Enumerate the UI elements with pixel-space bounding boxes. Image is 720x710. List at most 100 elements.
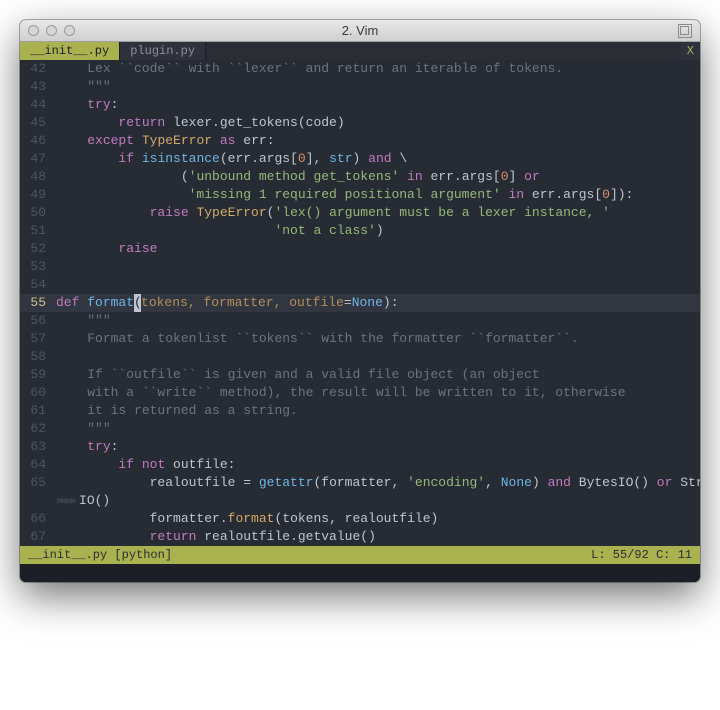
code-content: 'not a class') [52, 222, 700, 240]
line-number: 51 [20, 222, 52, 240]
code-line[interactable]: 49 'missing 1 required positional argume… [20, 186, 700, 204]
code-content: Lex ``code`` with ``lexer`` and return a… [52, 60, 700, 78]
code-line[interactable]: 64 if not outfile: [20, 456, 700, 474]
code-line[interactable]: »»»» IO() [20, 492, 700, 510]
code-content: if isinstance(err.args[0], str) and \ [52, 150, 700, 168]
line-number: 48 [20, 168, 52, 186]
code-content: except TypeError as err: [52, 132, 700, 150]
line-number: 53 [20, 258, 52, 276]
statusbar: __init__.py [python] L: 55/92 C: 11 [20, 546, 700, 564]
code-line[interactable]: 59 If ``outfile`` is given and a valid f… [20, 366, 700, 384]
code-line[interactable]: 47 if isinstance(err.args[0], str) and \ [20, 150, 700, 168]
line-number: 45 [20, 114, 52, 132]
status-position: L: 55/92 C: 11 [591, 548, 692, 562]
line-number: 44 [20, 96, 52, 114]
line-number: 52 [20, 240, 52, 258]
command-line[interactable] [20, 564, 700, 582]
code-line[interactable]: 43 """ [20, 78, 700, 96]
code-line[interactable]: 52 raise [20, 240, 700, 258]
line-number: 58 [20, 348, 52, 366]
minimize-light[interactable] [46, 25, 57, 36]
code-content: raise [52, 240, 700, 258]
zoom-light[interactable] [64, 25, 75, 36]
code-line[interactable]: 66 formatter.format(tokens, realoutfile) [20, 510, 700, 528]
code-line[interactable]: 67 return realoutfile.getvalue() [20, 528, 700, 546]
code-line[interactable]: 60 with a ``write`` method), the result … [20, 384, 700, 402]
code-content: with a ``write`` method), the result wil… [52, 384, 700, 402]
code-content [52, 276, 700, 294]
editor-viewport[interactable]: 42 Lex ``code`` with ``lexer`` and retur… [20, 60, 700, 546]
line-number: 63 [20, 438, 52, 456]
code-line[interactable]: 45 return lexer.get_tokens(code) [20, 114, 700, 132]
line-number: 42 [20, 60, 52, 78]
line-number: 66 [20, 510, 52, 528]
line-number: 57 [20, 330, 52, 348]
code-line[interactable]: 48 ('unbound method get_tokens' in err.a… [20, 168, 700, 186]
code-line[interactable]: 61 it is returned as a string. [20, 402, 700, 420]
line-number: 46 [20, 132, 52, 150]
terminal-window: 2. Vim __init__.py plugin.py X 42 Lex ``… [20, 20, 700, 582]
line-number: 60 [20, 384, 52, 402]
code-line[interactable]: 55def format(tokens, formatter, outfile=… [20, 294, 700, 312]
traffic-lights [28, 25, 75, 36]
code-content: """ [52, 78, 700, 96]
code-line[interactable]: 44 try: [20, 96, 700, 114]
code-content: return realoutfile.getvalue() [52, 528, 700, 546]
tab-init-py[interactable]: __init__.py [20, 42, 120, 60]
code-content: realoutfile = getattr(formatter, 'encodi… [52, 474, 700, 492]
line-number: 43 [20, 78, 52, 96]
code-content [52, 258, 700, 276]
code-content: raise TypeError('lex() argument must be … [52, 204, 700, 222]
code-line[interactable]: 54 [20, 276, 700, 294]
line-number: 56 [20, 312, 52, 330]
line-number: 61 [20, 402, 52, 420]
code-line[interactable]: 53 [20, 258, 700, 276]
code-line[interactable]: 57 Format a tokenlist ``tokens`` with th… [20, 330, 700, 348]
tabbar: __init__.py plugin.py X [20, 42, 700, 60]
tab-close-button[interactable]: X [681, 42, 700, 60]
status-filename: __init__.py [python] [28, 548, 172, 562]
code-line[interactable]: 56 """ [20, 312, 700, 330]
code-content [52, 348, 700, 366]
code-content: ('unbound method get_tokens' in err.args… [52, 168, 700, 186]
code-content: """ [52, 312, 700, 330]
line-number: 54 [20, 276, 52, 294]
code-content: Format a tokenlist ``tokens`` with the f… [52, 330, 700, 348]
code-content: formatter.format(tokens, realoutfile) [52, 510, 700, 528]
code-line[interactable]: 42 Lex ``code`` with ``lexer`` and retur… [20, 60, 700, 78]
code-content: 'missing 1 required positional argument'… [52, 186, 700, 204]
line-number: 47 [20, 150, 52, 168]
code-content: If ``outfile`` is given and a valid file… [52, 366, 700, 384]
code-content: »»»» IO() [52, 492, 700, 510]
code-content: if not outfile: [52, 456, 700, 474]
line-number: 64 [20, 456, 52, 474]
text-cursor: ( [134, 294, 141, 312]
tab-plugin-py[interactable]: plugin.py [120, 42, 206, 60]
code-line[interactable]: 50 raise TypeError('lex() argument must … [20, 204, 700, 222]
code-content: it is returned as a string. [52, 402, 700, 420]
line-number: 55 [20, 294, 52, 312]
code-line[interactable]: 51 'not a class') [20, 222, 700, 240]
code-content: try: [52, 438, 700, 456]
line-number: 65 [20, 474, 52, 492]
code-content: def format(tokens, formatter, outfile=No… [52, 294, 700, 312]
code-line[interactable]: 58 [20, 348, 700, 366]
code-content: try: [52, 96, 700, 114]
code-content: return lexer.get_tokens(code) [52, 114, 700, 132]
line-number: 50 [20, 204, 52, 222]
line-number: 62 [20, 420, 52, 438]
wrap-indicator-icon: »»»» [56, 496, 79, 508]
code-line[interactable]: 63 try: [20, 438, 700, 456]
line-number: 67 [20, 528, 52, 546]
window-title: 2. Vim [20, 23, 700, 38]
line-number: 59 [20, 366, 52, 384]
line-number: 49 [20, 186, 52, 204]
code-line[interactable]: 62 """ [20, 420, 700, 438]
close-light[interactable] [28, 25, 39, 36]
window-titlebar[interactable]: 2. Vim [20, 20, 700, 42]
line-number [20, 492, 52, 510]
code-line[interactable]: 46 except TypeError as err: [20, 132, 700, 150]
code-content: """ [52, 420, 700, 438]
maximize-icon[interactable] [678, 24, 692, 38]
code-line[interactable]: 65 realoutfile = getattr(formatter, 'enc… [20, 474, 700, 492]
